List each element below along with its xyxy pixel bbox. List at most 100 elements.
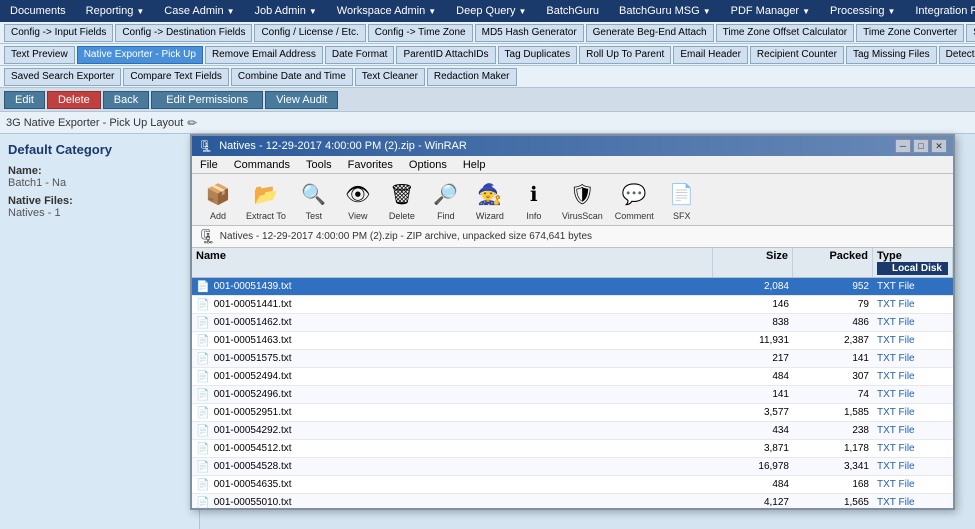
table-row[interactable]: 📄 001-00051463.txt 11,931 2,387 TXT File bbox=[192, 332, 953, 350]
menu-batchguru-msg[interactable]: BatchGuru MSG ▼ bbox=[609, 3, 721, 19]
col-header-name[interactable]: Name bbox=[192, 248, 713, 277]
btn-md5-hash[interactable]: MD5 Hash Generator bbox=[475, 24, 584, 42]
btn-edit[interactable]: Edit bbox=[4, 91, 45, 109]
btn-back[interactable]: Back bbox=[103, 91, 149, 109]
sfx-icon: 📄 bbox=[666, 178, 698, 210]
file-type: TXT File bbox=[873, 425, 953, 436]
btn-roll-up-parent[interactable]: Roll Up To Parent bbox=[579, 46, 671, 64]
file-name: 001-00052494.txt bbox=[214, 371, 292, 382]
menu-processing[interactable]: Processing ▼ bbox=[820, 3, 905, 19]
table-row[interactable]: 📄 001-00052496.txt 141 74 TXT File bbox=[192, 386, 953, 404]
field-native-files-label: Native Files: bbox=[8, 195, 73, 207]
menu-batchguru[interactable]: BatchGuru bbox=[536, 3, 609, 19]
btn-parentid-attachids[interactable]: ParentID AttachIDs bbox=[396, 46, 495, 64]
wr-menu-tools[interactable]: Tools bbox=[298, 156, 340, 173]
menu-job-admin[interactable]: Job Admin ▼ bbox=[245, 3, 327, 19]
btn-date-format[interactable]: Date Format bbox=[325, 46, 395, 64]
table-row[interactable]: 📄 001-00054292.txt 434 238 TXT File bbox=[192, 422, 953, 440]
menu-case-admin[interactable]: Case Admin ▼ bbox=[154, 3, 244, 19]
wr-tool-add[interactable]: 📦 Add bbox=[196, 176, 240, 223]
table-row[interactable]: 📄 001-00051441.txt 146 79 TXT File bbox=[192, 296, 953, 314]
file-icon: 📄 bbox=[196, 370, 210, 383]
btn-remove-email-address[interactable]: Remove Email Address bbox=[205, 46, 323, 64]
table-row[interactable]: 📄 001-00054635.txt 484 168 TXT File bbox=[192, 476, 953, 494]
table-row[interactable]: 📄 001-00052494.txt 484 307 TXT File bbox=[192, 368, 953, 386]
wr-tool-info[interactable]: ℹ Info bbox=[512, 176, 556, 223]
wr-tool-comment-label: Comment bbox=[615, 211, 654, 221]
btn-native-exporter-pickup[interactable]: Native Exporter - Pick Up bbox=[77, 46, 203, 64]
table-row[interactable]: 📄 001-00051462.txt 838 486 TXT File bbox=[192, 314, 953, 332]
wr-menu-file[interactable]: File bbox=[192, 156, 226, 173]
table-row[interactable]: 📄 001-00054528.txt 16,978 3,341 TXT File bbox=[192, 458, 953, 476]
file-icon: 📄 bbox=[196, 352, 210, 365]
file-size: 141 bbox=[713, 389, 793, 400]
btn-tz-converter[interactable]: Time Zone Converter bbox=[856, 24, 964, 42]
winrar-maximize-button[interactable]: □ bbox=[913, 139, 929, 153]
view-icon: 👁 bbox=[342, 178, 374, 210]
menu-bar: Documents Reporting ▼ Case Admin ▼ Job A… bbox=[0, 0, 975, 22]
menu-documents[interactable]: Documents bbox=[0, 3, 76, 19]
wr-menu-help[interactable]: Help bbox=[455, 156, 494, 173]
btn-redaction-maker[interactable]: Redaction Maker bbox=[427, 68, 517, 86]
btn-combine-date-time[interactable]: Combine Date and Time bbox=[231, 68, 353, 86]
wizard-icon: 🧙 bbox=[474, 178, 506, 210]
table-row[interactable]: 📄 001-00052951.txt 3,577 1,585 TXT File bbox=[192, 404, 953, 422]
wr-tool-sfx[interactable]: 📄 SFX bbox=[660, 176, 704, 223]
btn-email-header[interactable]: Email Header bbox=[673, 46, 748, 64]
wr-tool-comment[interactable]: 💬 Comment bbox=[609, 176, 660, 223]
menu-pdf-manager[interactable]: PDF Manager ▼ bbox=[721, 3, 820, 19]
col-header-size[interactable]: Size bbox=[713, 248, 793, 277]
col-header-type[interactable]: Type Local Disk bbox=[873, 248, 953, 277]
winrar-minimize-button[interactable]: ─ bbox=[895, 139, 911, 153]
menu-integration-points[interactable]: Integration Points ▼ bbox=[905, 3, 975, 19]
wr-tool-virusscan[interactable]: 🛡 VirusScan bbox=[556, 176, 609, 223]
btn-config-input-fields[interactable]: Config -> Input Fields bbox=[4, 24, 113, 42]
btn-generate-beg-end[interactable]: Generate Beg-End Attach bbox=[586, 24, 714, 42]
add-icon: 📦 bbox=[202, 178, 234, 210]
wr-menu-options[interactable]: Options bbox=[401, 156, 455, 173]
btn-edit-permissions[interactable]: Edit Permissions bbox=[151, 91, 263, 109]
table-row[interactable]: 📄 001-00054512.txt 3,871 1,178 TXT File bbox=[192, 440, 953, 458]
btn-delete[interactable]: Delete bbox=[47, 91, 101, 109]
file-packed: 141 bbox=[793, 353, 873, 364]
file-type: TXT File bbox=[873, 497, 953, 508]
menu-deep-query[interactable]: Deep Query ▼ bbox=[446, 3, 536, 19]
wr-tool-info-label: Info bbox=[526, 211, 541, 221]
menu-reporting[interactable]: Reporting ▼ bbox=[76, 3, 155, 19]
wr-menu-favorites[interactable]: Favorites bbox=[340, 156, 401, 173]
btn-recipient-counter[interactable]: Recipient Counter bbox=[750, 46, 844, 64]
btn-sort-d[interactable]: Sort D bbox=[966, 24, 975, 42]
btn-tz-offset-calc[interactable]: Time Zone Offset Calculator bbox=[716, 24, 855, 42]
btn-config-license[interactable]: Config / License / Etc. bbox=[254, 24, 365, 42]
btn-compare-text-fields[interactable]: Compare Text Fields bbox=[123, 68, 229, 86]
file-type: TXT File bbox=[873, 371, 953, 382]
winrar-path-bar: 🗜 Natives - 12-29-2017 4:00:00 PM (2).zi… bbox=[192, 226, 953, 248]
btn-text-preview[interactable]: Text Preview bbox=[4, 46, 75, 64]
btn-tag-duplicates[interactable]: Tag Duplicates bbox=[498, 46, 578, 64]
wr-tool-wizard[interactable]: 🧙 Wizard bbox=[468, 176, 512, 223]
wr-menu-commands[interactable]: Commands bbox=[226, 156, 298, 173]
menu-workspace-admin[interactable]: Workspace Admin ▼ bbox=[327, 3, 446, 19]
wr-tool-add-label: Add bbox=[210, 211, 226, 221]
wr-tool-test[interactable]: 🔍 Test bbox=[292, 176, 336, 223]
btn-text-cleaner[interactable]: Text Cleaner bbox=[355, 68, 425, 86]
winrar-close-button[interactable]: ✕ bbox=[931, 139, 947, 153]
btn-detect-cutoff-images[interactable]: Detect Cutoff Images bbox=[939, 46, 975, 64]
btn-tag-missing-files[interactable]: Tag Missing Files bbox=[846, 46, 937, 64]
wr-tool-virusscan-label: VirusScan bbox=[562, 211, 603, 221]
file-type: TXT File bbox=[873, 443, 953, 454]
edit-icon[interactable]: ✏ bbox=[187, 116, 197, 130]
btn-config-dest-fields[interactable]: Config -> Destination Fields bbox=[115, 24, 252, 42]
wr-tool-view[interactable]: 👁 View bbox=[336, 176, 380, 223]
winrar-filelist[interactable]: Name Size Packed Type Local Disk 📄 001-0… bbox=[192, 248, 953, 508]
wr-tool-find[interactable]: 🔎 Find bbox=[424, 176, 468, 223]
btn-view-audit[interactable]: View Audit bbox=[265, 91, 338, 109]
table-row[interactable]: 📄 001-00055010.txt 4,127 1,565 TXT File bbox=[192, 494, 953, 508]
wr-tool-delete[interactable]: 🗑 Delete bbox=[380, 176, 424, 223]
btn-saved-search-exporter[interactable]: Saved Search Exporter bbox=[4, 68, 121, 86]
table-row[interactable]: 📄 001-00051575.txt 217 141 TXT File bbox=[192, 350, 953, 368]
table-row[interactable]: 📄 001-00051439.txt 2,084 952 TXT File bbox=[192, 278, 953, 296]
btn-config-timezone[interactable]: Config -> Time Zone bbox=[368, 24, 473, 42]
wr-tool-extract[interactable]: 📂 Extract To bbox=[240, 176, 292, 223]
col-header-packed[interactable]: Packed bbox=[793, 248, 873, 277]
